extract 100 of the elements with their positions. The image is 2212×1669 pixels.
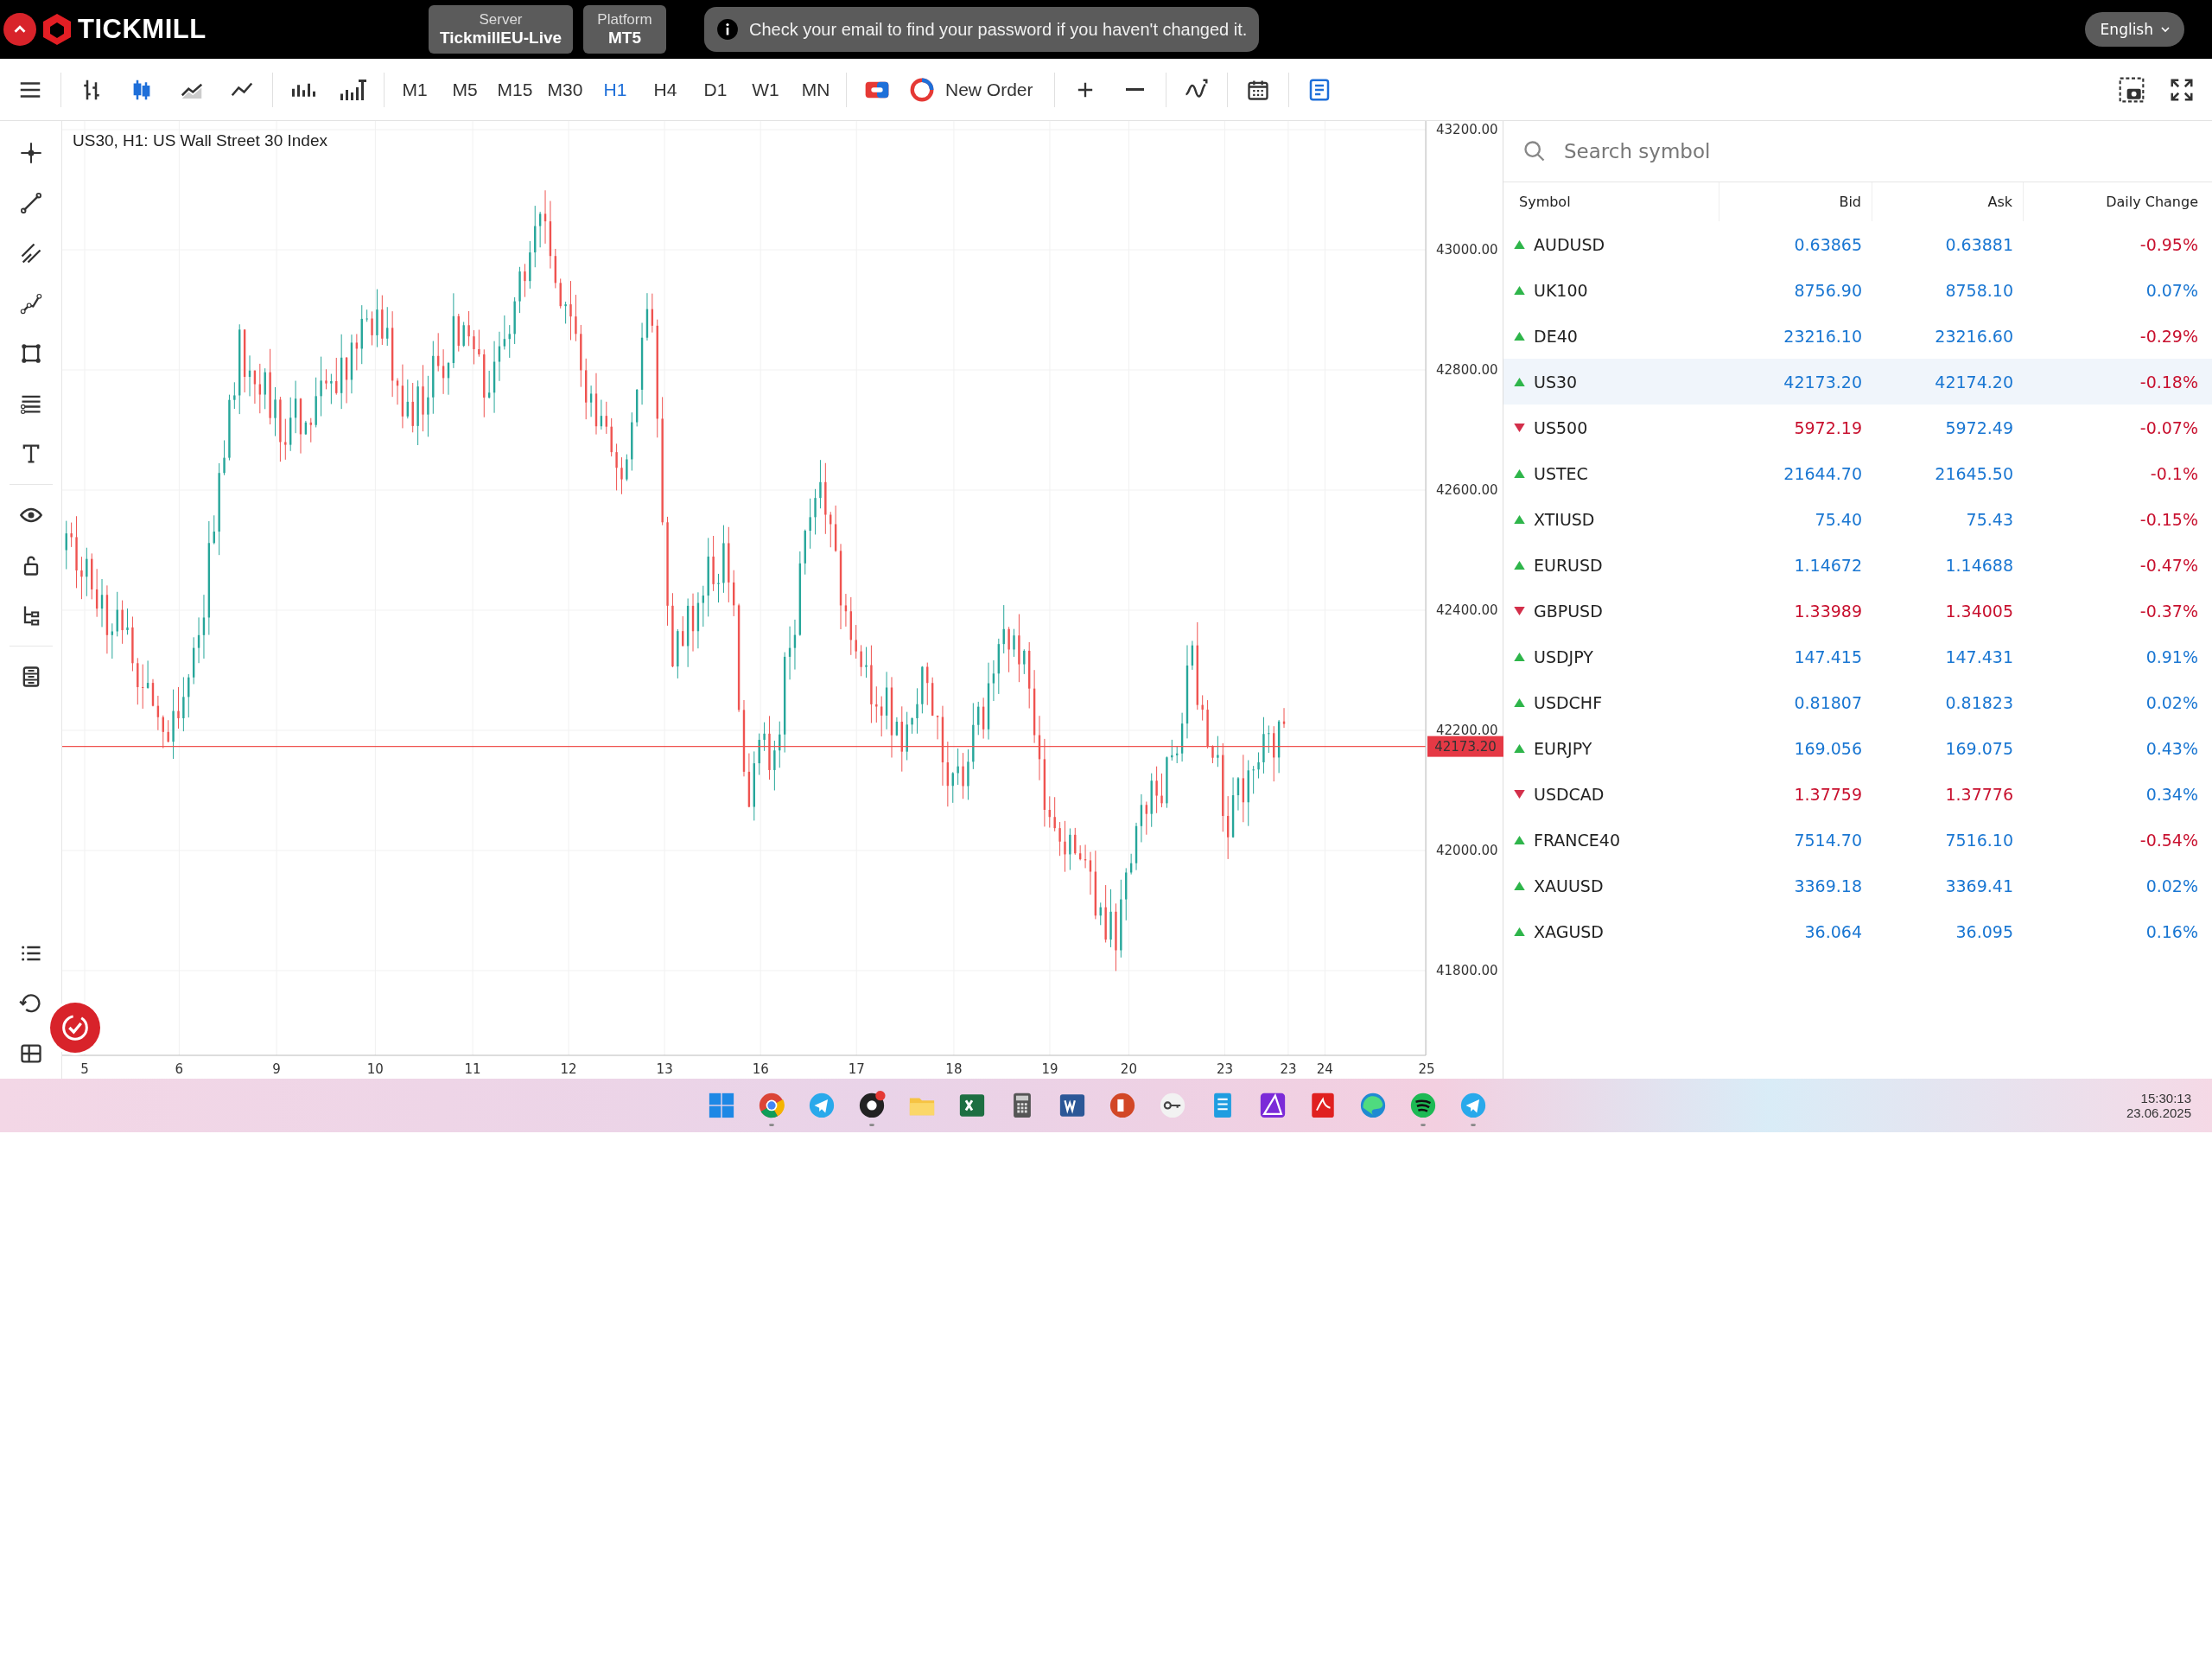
symbol-row[interactable]: AUDUSD 0.63865 0.63881 -0.95%: [1503, 221, 2212, 267]
platform-label: Platform: [597, 11, 652, 29]
timeframe-tab[interactable]: M30: [540, 64, 590, 115]
symbol-row[interactable]: US30 42173.20 42174.20 -0.18%: [1503, 359, 2212, 405]
floating-action-button[interactable]: [50, 1003, 100, 1053]
symbol-row[interactable]: USDCAD 1.37759 1.37776 0.34%: [1503, 771, 2212, 817]
y-axis-label: 43000.00: [1436, 242, 1498, 258]
x-axis-label: 5: [80, 1061, 89, 1077]
column-header[interactable]: Bid: [1719, 182, 1872, 221]
symbol-row[interactable]: USTEC 21644.70 21645.50 -0.1%: [1503, 450, 2212, 496]
volume-bars-icon: [340, 79, 366, 100]
symbol-row[interactable]: UK100 8756.90 8758.10 0.07%: [1503, 267, 2212, 313]
chart-title: US30, H1: US Wall Street 30 Index: [73, 131, 327, 150]
bid-price: 147.415: [1793, 647, 1863, 666]
daily-change: -0.1%: [2149, 463, 2199, 483]
symbol-name: GBPUSD: [1534, 601, 1603, 621]
column-header[interactable]: Ask: [1872, 182, 2024, 221]
language-dropdown[interactable]: English: [2084, 12, 2184, 47]
collapse-button[interactable]: [3, 13, 36, 46]
y-axis-label: 41800.00: [1436, 963, 1498, 978]
ring-icon: [909, 76, 935, 103]
column-header[interactable]: Symbol: [1503, 182, 1719, 221]
symbol-row[interactable]: EURJPY 169.056 169.075 0.43%: [1503, 725, 2212, 771]
symbol-row[interactable]: GBPUSD 1.33989 1.34005 -0.37%: [1503, 588, 2212, 634]
y-axis-label: 42000.00: [1436, 843, 1498, 858]
timeframe-tab[interactable]: M15: [490, 64, 540, 115]
ask-price: 42174.20: [1934, 372, 2014, 392]
symbol-row[interactable]: USDCHF 0.81807 0.81823 0.02%: [1503, 679, 2212, 725]
crosshair-icon: [18, 141, 43, 165]
ask-price: 75.43: [1965, 509, 2014, 529]
new-order-button[interactable]: New Order: [902, 64, 1049, 115]
search-icon: [1522, 139, 1547, 163]
timeframe-tab[interactable]: D1: [690, 64, 741, 115]
symbol-name: FRANCE40: [1534, 830, 1621, 850]
symbol-row[interactable]: XAUUSD 3369.18 3369.41 0.02%: [1503, 863, 2212, 908]
timeframe-tab[interactable]: MN: [791, 64, 841, 115]
symbol-name: US500: [1534, 417, 1588, 437]
x-axis-label: 16: [752, 1061, 769, 1077]
search-field[interactable]: Search symbol: [1562, 139, 2212, 163]
timeframe-tab[interactable]: W1: [741, 64, 791, 115]
bid-price: 169.056: [1793, 738, 1863, 758]
daily-change: -0.18%: [2139, 372, 2199, 392]
bid-price: 75.40: [1814, 509, 1863, 529]
symbol-name: XTIUSD: [1534, 509, 1595, 529]
column-header[interactable]: Daily Change: [2024, 182, 2212, 221]
ask-price: 23216.60: [1934, 326, 2014, 346]
last-price-label: 42173.20: [1427, 736, 1503, 757]
bid-price: 1.14672: [1793, 555, 1863, 575]
ask-price: 0.81823: [1944, 692, 2014, 712]
symbol-row[interactable]: XAGUSD 36.064 36.095 0.16%: [1503, 908, 2212, 954]
bid-price: 3369.18: [1793, 876, 1863, 895]
x-axis-label: 23: [1280, 1061, 1297, 1077]
timeframe-tab[interactable]: M5: [440, 64, 490, 115]
minus-icon: [1126, 88, 1145, 91]
platform-value: MT5: [608, 29, 641, 48]
symbol-name: AUDUSD: [1534, 234, 1605, 254]
symbol-row[interactable]: DE40 23216.10 23216.60 -0.29%: [1503, 313, 2212, 359]
notice-text: Check your email to find your password if you haven't changed it.: [749, 19, 1248, 40]
symbol-row[interactable]: XTIUSD 75.40 75.43 -0.15%: [1503, 496, 2212, 542]
bid-price: 21644.70: [1783, 463, 1863, 483]
symbol-name: XAUUSD: [1534, 876, 1604, 895]
bid-price: 0.81807: [1793, 692, 1863, 712]
x-axis-label: 23: [1216, 1061, 1233, 1077]
ask-price: 21645.50: [1934, 463, 2014, 483]
y-axis-label: 42800.00: [1436, 362, 1498, 378]
symbol-row[interactable]: US500 5972.19 5972.49 -0.07%: [1503, 405, 2212, 450]
ask-price: 8758.10: [1944, 280, 2014, 300]
bid-price: 1.33989: [1793, 601, 1863, 621]
timeframe-tab[interactable]: H4: [640, 64, 690, 115]
symbol-row[interactable]: USDJPY 147.415 147.431 0.91%: [1503, 634, 2212, 679]
camera-icon: [2118, 75, 2145, 104]
ask-price: 169.075: [1944, 738, 2014, 758]
timeframe-tab[interactable]: M1: [390, 64, 440, 115]
x-axis-label: 17: [848, 1061, 865, 1077]
record-icon[interactable]: [857, 1090, 887, 1126]
x-axis-label: 12: [560, 1061, 577, 1077]
symbol-name: USDJPY: [1534, 647, 1593, 666]
bid-price: 42173.20: [1783, 372, 1863, 392]
daily-change: 0.91%: [2145, 647, 2199, 666]
symbol-row[interactable]: FRANCE40 7514.70 7516.10 -0.54%: [1503, 817, 2212, 863]
y-axis-label: 42600.00: [1436, 482, 1498, 498]
daily-change: 0.02%: [2145, 876, 2199, 895]
symbol-name: USTEC: [1534, 463, 1588, 483]
ask-price: 3369.41: [1944, 876, 2014, 895]
symbol-name: DE40: [1534, 326, 1578, 346]
x-axis-label: 6: [175, 1061, 184, 1077]
x-axis-label: 19: [1041, 1061, 1058, 1077]
bid-price: 7514.70: [1793, 830, 1863, 850]
bid-price: 23216.10: [1783, 326, 1863, 346]
symbol-name: EURJPY: [1534, 738, 1592, 758]
daily-change: 0.43%: [2145, 738, 2199, 758]
daily-change: -0.15%: [2139, 509, 2199, 529]
daily-change: -0.54%: [2139, 830, 2199, 850]
ask-price: 147.431: [1944, 647, 2014, 666]
symbol-row[interactable]: EURUSD 1.14672 1.14688 -0.47%: [1503, 542, 2212, 588]
symbol-name: UK100: [1534, 280, 1588, 300]
daily-change: 0.07%: [2145, 280, 2199, 300]
ask-price: 1.14688: [1944, 555, 2014, 575]
timeframe-tab[interactable]: H1: [590, 64, 640, 115]
x-axis-label: 20: [1120, 1061, 1137, 1077]
